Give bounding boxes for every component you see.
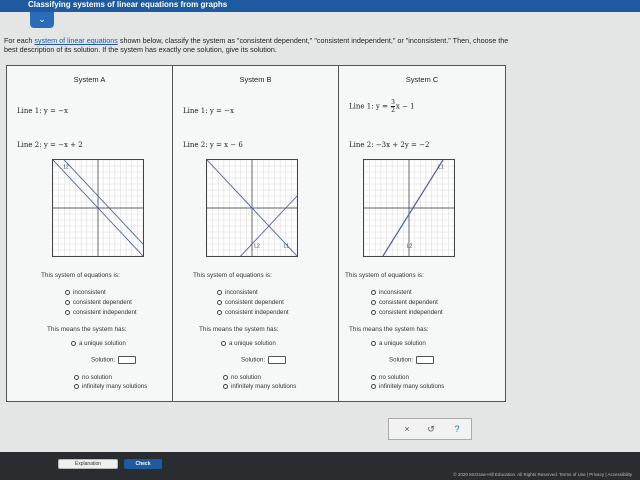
line-1-equation: Line 1: y = −x bbox=[183, 107, 234, 115]
system-title: System A bbox=[73, 75, 106, 84]
radio-icon bbox=[371, 299, 376, 305]
option-consistent-independent[interactable]: consistent independent bbox=[371, 309, 443, 316]
radio-icon bbox=[71, 340, 76, 346]
radio-icon bbox=[217, 309, 222, 315]
line-2-equation: Line 2: y = x − 6 bbox=[183, 141, 243, 149]
solution-field[interactable]: Solution: bbox=[241, 356, 287, 364]
graph-line-label: L1 bbox=[438, 164, 444, 170]
radio-icon bbox=[371, 289, 376, 295]
graph-line-label: 12 bbox=[63, 164, 69, 170]
classification-question: This system of equations is: bbox=[41, 272, 120, 279]
option-no-solution[interactable]: no solution bbox=[74, 374, 112, 381]
graph-line-label: L2 bbox=[407, 244, 413, 250]
solution-field[interactable]: Solution: bbox=[389, 356, 435, 364]
chevron-down-icon[interactable]: ⌄ bbox=[30, 12, 54, 28]
copyright-footer: © 2020 McGraw-Hill Education. All Rights… bbox=[453, 472, 632, 477]
radio-icon bbox=[217, 289, 222, 295]
option-consistent-independent[interactable]: consistent independent bbox=[217, 309, 289, 316]
radio-icon bbox=[74, 383, 79, 389]
system-b-graph: L2 L1 bbox=[206, 159, 298, 293]
radio-icon bbox=[65, 309, 70, 315]
line-2-equation: Line 2: −3x + 2y = −2 bbox=[349, 141, 430, 149]
system-c-column: System C Line 1: y = 3 2x − 1 Line 2: −3x… bbox=[339, 66, 505, 401]
check-button[interactable]: Check bbox=[124, 459, 162, 469]
answer-toolbar: × ↺ ? bbox=[388, 418, 472, 440]
means-question: This means the system has: bbox=[47, 326, 127, 333]
line-2-equation: Line 2: y = −x + 2 bbox=[17, 141, 83, 149]
graph-line-label: L1 bbox=[284, 244, 290, 250]
option-unique-solution[interactable]: a unique solution bbox=[221, 340, 276, 347]
option-consistent-dependent[interactable]: consistent dependent bbox=[371, 299, 438, 306]
ordered-pair-input bbox=[268, 356, 287, 364]
option-infinitely-many[interactable]: infinitely many solutions bbox=[74, 383, 147, 390]
clear-icon[interactable]: × bbox=[395, 422, 419, 437]
classification-question: This system of equations is: bbox=[193, 272, 272, 279]
radio-icon bbox=[221, 340, 226, 346]
option-consistent-dependent[interactable]: consistent dependent bbox=[217, 299, 284, 306]
ordered-pair-input bbox=[118, 356, 137, 364]
radio-icon bbox=[371, 309, 376, 315]
instructions: For each system of linear equations show… bbox=[4, 36, 509, 54]
option-infinitely-many[interactable]: infinitely many solutions bbox=[371, 383, 444, 390]
page-title: Classifying systems of linear equations … bbox=[28, 0, 228, 9]
means-question: This means the system has: bbox=[199, 326, 279, 333]
glossary-link[interactable]: system of linear equations bbox=[34, 36, 118, 45]
radio-icon bbox=[65, 299, 70, 305]
system-a-column: System A Line 1: y = −x Line 2: y = −x +… bbox=[7, 66, 173, 401]
option-inconsistent[interactable]: inconsistent bbox=[217, 289, 258, 296]
undo-icon[interactable]: ↺ bbox=[419, 422, 443, 437]
option-consistent-dependent[interactable]: consistent dependent bbox=[65, 299, 132, 306]
means-question: This means the system has: bbox=[349, 326, 429, 333]
system-c-graph: L1 L2 bbox=[363, 141, 455, 287]
graph-line-label: L2 bbox=[254, 244, 260, 250]
radio-icon bbox=[223, 374, 228, 380]
fraction: 32 bbox=[391, 99, 395, 114]
radio-icon bbox=[65, 289, 70, 295]
system-title: System C bbox=[405, 75, 439, 84]
option-inconsistent[interactable]: inconsistent bbox=[371, 289, 412, 296]
option-infinitely-many[interactable]: infinitely many solutions bbox=[223, 383, 296, 390]
line-1-equation: Line 1: y = −x bbox=[17, 107, 68, 115]
option-no-solution[interactable]: no solution bbox=[371, 374, 409, 381]
system-b-column: System B Line 1: y = −x Line 2: y = x − … bbox=[173, 66, 339, 401]
option-no-solution[interactable]: no solution bbox=[223, 374, 261, 381]
radio-icon bbox=[223, 383, 228, 389]
option-consistent-independent[interactable]: consistent independent bbox=[65, 309, 137, 316]
option-inconsistent[interactable]: inconsistent bbox=[65, 289, 106, 296]
header-bar: Classifying systems of linear equations … bbox=[0, 0, 640, 12]
ordered-pair-input bbox=[416, 356, 435, 364]
help-icon[interactable]: ? bbox=[445, 422, 469, 437]
radio-icon bbox=[217, 299, 222, 305]
radio-icon bbox=[371, 374, 376, 380]
solution-field[interactable]: Solution: bbox=[91, 356, 137, 364]
line-1-equation: Line 1: y = 3 2x − 1 bbox=[349, 99, 415, 114]
radio-icon bbox=[74, 374, 79, 380]
explanation-button[interactable]: Explanation bbox=[58, 459, 118, 469]
system-title: System B bbox=[239, 75, 272, 84]
option-unique-solution[interactable]: a unique solution bbox=[371, 340, 426, 347]
classification-question: This system of equations is: bbox=[345, 272, 424, 279]
systems-panel: System A Line 1: y = −x Line 2: y = −x +… bbox=[6, 65, 506, 402]
radio-icon bbox=[371, 383, 376, 389]
option-unique-solution[interactable]: a unique solution bbox=[71, 340, 126, 347]
system-a-graph: 12 bbox=[52, 147, 144, 257]
radio-icon bbox=[371, 340, 376, 346]
